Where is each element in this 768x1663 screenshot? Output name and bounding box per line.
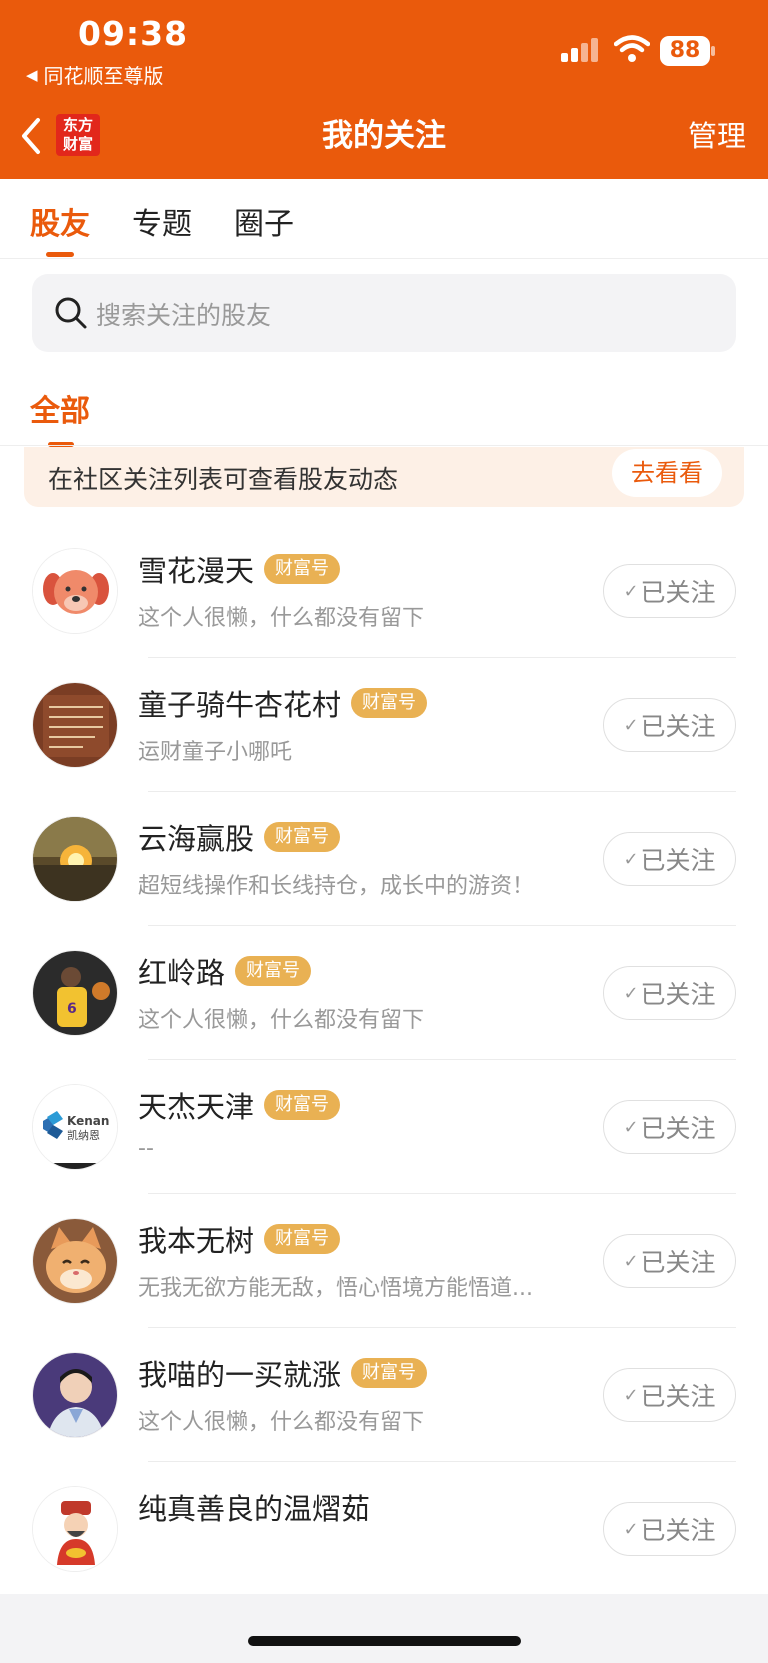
tip-banner: 在社区关注列表可查看股友动态 去看看: [24, 447, 744, 507]
user-name[interactable]: 天杰天津: [138, 1084, 254, 1126]
back-to-app-link[interactable]: ◀ 同花顺至尊版: [26, 60, 164, 89]
wifi-icon: [614, 35, 650, 62]
wealth-badge: 财富号: [264, 554, 341, 584]
basketball-avatar[interactable]: 6: [32, 950, 118, 1036]
status-time: 09:38: [78, 14, 189, 53]
man-avatar[interactable]: [32, 1352, 118, 1438]
wealth-badge: 财富号: [351, 1358, 428, 1388]
tab-bar: 股友 专题 圈子: [0, 179, 768, 259]
back-app-label: 同花顺至尊版: [43, 64, 164, 88]
tab-underline: [46, 252, 74, 257]
user-name[interactable]: 我喵的一买就涨: [138, 1352, 341, 1394]
user-name[interactable]: 我本无树: [138, 1218, 254, 1260]
check-icon: ✓: [623, 714, 639, 736]
wealth-badge: 财富号: [264, 1090, 341, 1120]
check-icon: ✓: [623, 848, 639, 870]
check-icon: ✓: [623, 982, 639, 1004]
wealth-badge: 财富号: [235, 956, 312, 986]
search-input[interactable]: 搜索关注的股友: [32, 274, 736, 352]
search-placeholder: 搜索关注的股友: [96, 301, 272, 330]
signal-icon: [561, 38, 598, 62]
tab-stock-friends[interactable]: 股友: [30, 199, 90, 243]
followed-button[interactable]: ✓ 已关注: [603, 1234, 736, 1288]
header-bar: 09:38 ◀ 同花顺至尊版 88 东方 财富 我的关注 管理: [0, 0, 768, 179]
fortune-god-avatar[interactable]: [32, 1486, 118, 1572]
search-icon: [55, 297, 87, 329]
user-bio: 运财童子小哪吒: [138, 740, 293, 765]
followed-button[interactable]: ✓ 已关注: [603, 1100, 736, 1154]
user-name[interactable]: 纯真善良的温熠茹: [138, 1486, 370, 1528]
manage-button[interactable]: 管理: [688, 114, 746, 158]
kenan-logo-avatar[interactable]: Kenan 凯纳恩: [32, 1084, 118, 1170]
battery-icon: 88: [660, 36, 716, 66]
check-icon: ✓: [623, 1518, 639, 1540]
book-avatar[interactable]: [32, 682, 118, 768]
follow-list: 雪花漫天 财富号 这个人很懒，什么都没有留下 ✓ 已关注 童子骑牛杏花村 财富号: [0, 524, 768, 1596]
user-bio: 无我无欲方能无敌，悟心悟境方能悟道...: [138, 1276, 533, 1301]
sunset-avatar[interactable]: [32, 816, 118, 902]
go-see-button[interactable]: 去看看: [612, 449, 722, 497]
banner-text: 在社区关注列表可查看股友动态: [48, 465, 399, 494]
check-icon: ✓: [623, 1116, 639, 1138]
tab-topics[interactable]: 专题: [132, 199, 192, 243]
user-name[interactable]: 雪花漫天: [138, 548, 254, 590]
filter-all[interactable]: 全部: [30, 386, 90, 430]
user-bio: 这个人很懒，什么都没有留下: [138, 606, 425, 631]
list-item[interactable]: 雪花漫天 财富号 这个人很懒，什么都没有留下 ✓ 已关注: [0, 524, 768, 658]
tab-circles[interactable]: 圈子: [234, 199, 294, 243]
followed-button[interactable]: ✓ 已关注: [603, 698, 736, 752]
wealth-badge: 财富号: [351, 688, 428, 718]
list-item[interactable]: 纯真善良的温熠茹 ✓ 已关注: [0, 1462, 768, 1596]
followed-button[interactable]: ✓ 已关注: [603, 832, 736, 886]
back-triangle-icon: ◀: [26, 65, 38, 84]
battery-level: 88: [660, 36, 710, 66]
check-icon: ✓: [623, 1250, 639, 1272]
svg-text:6: 6: [67, 1001, 77, 1017]
followed-button[interactable]: ✓ 已关注: [603, 564, 736, 618]
list-item[interactable]: 我喵的一买就涨 财富号 这个人很懒，什么都没有留下 ✓ 已关注: [0, 1328, 768, 1462]
wealth-badge: 财富号: [264, 822, 341, 852]
list-item[interactable]: 我本无树 财富号 无我无欲方能无敌，悟心悟境方能悟道... ✓ 已关注: [0, 1194, 768, 1328]
user-name[interactable]: 童子骑牛杏花村: [138, 682, 341, 724]
check-icon: ✓: [623, 580, 639, 602]
user-bio: 这个人很懒，什么都没有留下: [138, 1008, 425, 1033]
divider: [0, 445, 768, 446]
svg-text:凯纳恩: 凯纳恩: [67, 1129, 100, 1142]
page-title: 我的关注: [322, 118, 446, 154]
wealth-badge: 财富号: [264, 1224, 341, 1254]
home-indicator: [248, 1636, 521, 1646]
user-bio: --: [138, 1136, 154, 1161]
user-name[interactable]: 红岭路: [138, 950, 225, 992]
followed-button[interactable]: ✓ 已关注: [603, 966, 736, 1020]
list-item[interactable]: 童子骑牛杏花村 财富号 运财童子小哪吒 ✓ 已关注: [0, 658, 768, 792]
list-item[interactable]: Kenan 凯纳恩 天杰天津 财富号 -- ✓ 已关注: [0, 1060, 768, 1194]
user-name[interactable]: 云海赢股: [138, 816, 254, 858]
followed-button[interactable]: ✓ 已关注: [603, 1368, 736, 1422]
cat-avatar[interactable]: [32, 1218, 118, 1304]
dog-avatar[interactable]: [32, 548, 118, 634]
svg-text:Kenan: Kenan: [67, 1114, 109, 1128]
followed-button[interactable]: ✓ 已关注: [603, 1502, 736, 1556]
check-icon: ✓: [623, 1384, 639, 1406]
user-bio: 超短线操作和长线持仓，成长中的游资！: [138, 874, 535, 899]
list-item[interactable]: 6 红岭路 财富号 这个人很懒，什么都没有留下 ✓ 已关注: [0, 926, 768, 1060]
user-bio: 这个人很懒，什么都没有留下: [138, 1410, 425, 1435]
list-item[interactable]: 云海赢股 财富号 超短线操作和长线持仓，成长中的游资！ ✓ 已关注: [0, 792, 768, 926]
